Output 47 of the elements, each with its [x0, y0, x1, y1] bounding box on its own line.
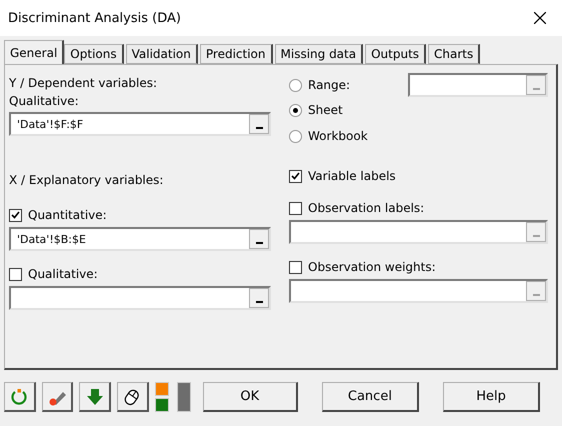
checkbox[interactable] [289, 170, 302, 182]
range-select-button[interactable] [249, 229, 269, 249]
down-button[interactable] [79, 382, 112, 412]
checkbox-label: Quantitative: [28, 207, 107, 223]
checkmark-icon [291, 172, 300, 180]
reset-icon [10, 388, 28, 406]
reset-button[interactable] [4, 382, 36, 412]
dialog-button[interactable]: Cancel [322, 382, 419, 412]
range-select-button[interactable] [249, 114, 269, 134]
window-title: Discriminant Analysis (DA) [8, 10, 181, 26]
section-heading: Y / Dependent variables: [9, 75, 158, 91]
checkbox-label: Variable labels [308, 168, 396, 184]
radio-label: Range: [308, 77, 350, 93]
eraser-button[interactable] [42, 382, 74, 412]
checkbox[interactable] [9, 208, 22, 222]
checkbox-label: Observation labels: [308, 200, 424, 216]
radio-label: Sheet [308, 102, 343, 118]
field-label: Qualitative: [9, 93, 80, 109]
checkbox[interactable] [9, 268, 22, 280]
input-field[interactable]: 'Data'!$B:$E [9, 227, 271, 251]
radio-button[interactable] [289, 104, 302, 116]
tab[interactable]: Validation [126, 44, 198, 64]
dialog-button[interactable]: OK [202, 382, 298, 412]
tab[interactable]: Charts [428, 44, 480, 64]
vertical-bar-icon[interactable] [176, 382, 191, 412]
input-field[interactable]: 'Data'!$F:$F [9, 112, 271, 136]
radio-button[interactable] [289, 130, 302, 142]
tab[interactable]: Missing data [274, 44, 364, 64]
radio-button[interactable] [289, 78, 302, 92]
tab[interactable]: Outputs [365, 44, 426, 64]
checkmark-icon [11, 211, 20, 219]
down-arrow-icon [86, 388, 104, 406]
checkbox[interactable] [289, 202, 302, 214]
mouse-button[interactable] [117, 382, 149, 412]
tab[interactable]: Prediction [200, 44, 272, 64]
tab[interactable]: Options [64, 44, 124, 64]
input-field[interactable] [9, 286, 271, 310]
checkbox-label: Qualitative: [28, 266, 98, 282]
checkbox[interactable] [289, 260, 302, 274]
checkbox-label: Observation weights: [308, 259, 436, 275]
close-icon [534, 12, 546, 24]
range-select-button[interactable] [249, 288, 269, 308]
tab[interactable]: General [4, 40, 64, 64]
section-heading: X / Explanatory variables: [9, 172, 164, 188]
bottom-square-icon[interactable] [154, 398, 169, 412]
dialog-button[interactable]: Help [442, 382, 540, 412]
radio-label: Workbook [308, 128, 368, 144]
